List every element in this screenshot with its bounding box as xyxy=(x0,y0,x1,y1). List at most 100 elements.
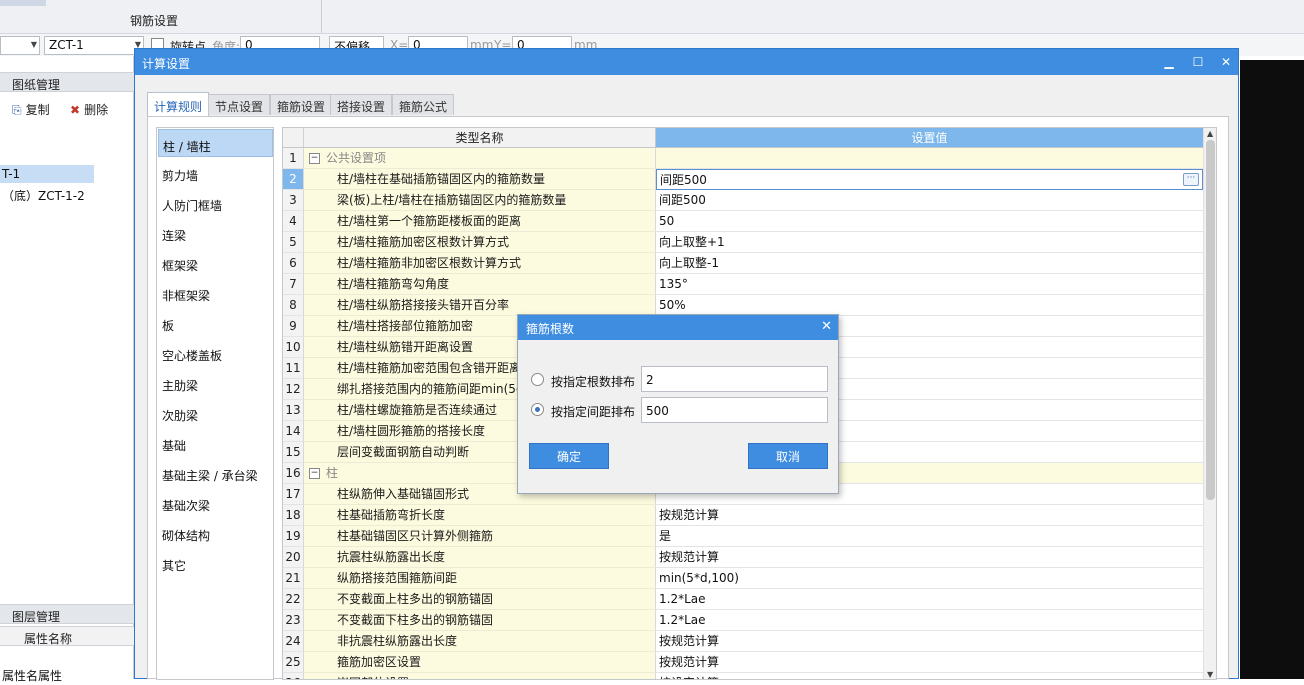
setting-value-cell[interactable]: 1.2*Lae xyxy=(656,589,1203,610)
collapse-icon[interactable]: − xyxy=(309,468,320,479)
row-number: 17 xyxy=(283,484,304,505)
type-name-cell: 不变截面下柱多出的钢筋锚固 xyxy=(304,610,656,631)
table-row[interactable]: 22 不变截面上柱多出的钢筋锚固 1.2*Lae xyxy=(283,589,1203,610)
setting-value-cell[interactable]: 向上取整+1 xyxy=(656,232,1203,253)
row-number: 6 xyxy=(283,253,304,274)
tab-calc-rules[interactable]: 计算规则 xyxy=(147,92,210,116)
collapse-icon[interactable]: − xyxy=(309,153,320,164)
tab-stirrup-settings[interactable]: 箍筋设置 xyxy=(270,94,333,115)
category-item[interactable]: 其它 xyxy=(158,549,273,577)
table-row[interactable]: 4 柱/墙柱第一个箍筋距楼板面的距离 50 xyxy=(283,211,1203,232)
maximize-icon[interactable]: ☐ xyxy=(1190,54,1206,70)
category-item[interactable]: 剪力墙 xyxy=(158,159,273,187)
type-name-text: 柱/墙柱箍筋加密范围包含错开距离 xyxy=(337,361,522,375)
table-row[interactable]: 19 柱基础锚固区只计算外侧箍筋 是 xyxy=(283,526,1203,547)
setting-value-cell[interactable]: 按规范计算 xyxy=(656,547,1203,568)
count-input[interactable]: 2 xyxy=(641,366,828,392)
setting-value-cell[interactable]: 按规范计算 xyxy=(656,505,1203,526)
setting-value-cell[interactable]: 间距500 ··· xyxy=(656,169,1203,190)
ok-button[interactable]: 确定 xyxy=(529,443,609,469)
scroll-down-icon[interactable]: ▼ xyxy=(1207,670,1213,679)
category-item[interactable]: 人防门框墙 xyxy=(158,189,273,217)
category-item[interactable]: 基础 xyxy=(158,429,273,457)
category-item[interactable]: 主肋梁 xyxy=(158,369,273,397)
table-row[interactable]: 23 不变截面下柱多出的钢筋锚固 1.2*Lae xyxy=(283,610,1203,631)
property-header: 属性名称 xyxy=(0,626,134,646)
by-count-radio[interactable] xyxy=(531,373,544,386)
type-name-text: 柱基础插筋弯折长度 xyxy=(337,508,446,522)
category-item[interactable]: 基础主梁 / 承台梁 xyxy=(158,459,273,487)
component-combo[interactable]: ZCT-1 ▼ xyxy=(44,36,144,55)
category-item[interactable]: 基础次梁 xyxy=(158,489,273,517)
category-item[interactable]: 空心楼盖板 xyxy=(158,339,273,367)
row-number: 21 xyxy=(283,568,304,589)
scroll-up-icon[interactable]: ▲ xyxy=(1207,129,1213,138)
tab-node-settings[interactable]: 节点设置 xyxy=(208,94,271,115)
setting-value-cell[interactable]: 按规范计算 xyxy=(656,652,1203,673)
close-icon[interactable]: ✕ xyxy=(1218,54,1234,70)
copy-button[interactable]: ⎘ 复制 xyxy=(12,101,50,118)
table-row[interactable]: 5 柱/墙柱箍筋加密区根数计算方式 向上取整+1 xyxy=(283,232,1203,253)
group-name-cell: − 公共设置项 xyxy=(304,148,656,169)
drawing-manager-tab[interactable]: 图纸管理 xyxy=(0,72,134,92)
floor-combo[interactable]: ▼ xyxy=(0,36,40,55)
table-row[interactable]: 20 抗震柱纵筋露出长度 按规范计算 xyxy=(283,547,1203,568)
delete-button[interactable]: ✖ 删除 xyxy=(70,101,108,118)
setting-value-text: 是 xyxy=(659,529,672,543)
category-item[interactable]: 非框架梁 xyxy=(158,279,273,307)
layer-manager-tab[interactable]: 图层管理 xyxy=(0,604,134,624)
minimize-icon[interactable]: ▁ xyxy=(1161,54,1177,70)
setting-value-cell[interactable]: 是 xyxy=(656,526,1203,547)
row-number: 20 xyxy=(283,547,304,568)
tab-lap-settings[interactable]: 搭接设置 xyxy=(330,94,393,115)
setting-value-text: 50 xyxy=(659,214,675,228)
category-item[interactable]: 板 xyxy=(158,309,273,337)
setting-value-cell[interactable]: 50 xyxy=(656,211,1203,232)
ribbon-tab-highlight[interactable] xyxy=(0,0,46,6)
category-item[interactable]: 连梁 xyxy=(158,219,273,247)
type-name-text: 梁(板)上柱/墙柱在插筋锚固区内的箍筋数量 xyxy=(337,193,567,207)
close-icon[interactable]: ✕ xyxy=(821,319,832,334)
by-spacing-radio[interactable] xyxy=(531,403,544,416)
type-name-text: 层间变截面钢筋自动判断 xyxy=(337,445,470,459)
tab-stirrup-formula[interactable]: 箍筋公式 xyxy=(392,94,455,115)
type-name-text: 嵌固部位设置 xyxy=(337,676,409,679)
setting-value-cell[interactable]: min(5*d,100) xyxy=(656,568,1203,589)
table-row[interactable]: 3 梁(板)上柱/墙柱在插筋锚固区内的箍筋数量 间距500 xyxy=(283,190,1203,211)
table-row[interactable]: 8 柱/墙柱纵筋搭接接头错开百分率 50% xyxy=(283,295,1203,316)
row-number: 13 xyxy=(283,400,304,421)
ellipsis-icon[interactable]: ··· xyxy=(1183,173,1199,186)
table-row[interactable]: 21 纵筋搭接范围箍筋间距 min(5*d,100) xyxy=(283,568,1203,589)
tree-item[interactable]: （底）ZCT-1-2 xyxy=(0,187,85,205)
setting-value-cell[interactable]: 1.2*Lae xyxy=(656,610,1203,631)
table-row[interactable]: 1− 公共设置项 xyxy=(283,148,1203,169)
row-number: 18 xyxy=(283,505,304,526)
table-row[interactable]: 24 非抗震柱纵筋露出长度 按规范计算 xyxy=(283,631,1203,652)
vertical-scrollbar[interactable]: ▲ ▼ xyxy=(1203,128,1216,679)
type-name-cell: 柱/墙柱箍筋加密区根数计算方式 xyxy=(304,232,656,253)
setting-value-text: 按设定计算 xyxy=(659,676,719,679)
table-row[interactable]: 18 柱基础插筋弯折长度 按规范计算 xyxy=(283,505,1203,526)
setting-value-cell[interactable]: 按规范计算 xyxy=(656,631,1203,652)
drawing-canvas[interactable] xyxy=(1240,60,1304,679)
table-row[interactable]: 6 柱/墙柱箍筋非加密区根数计算方式 向上取整-1 xyxy=(283,253,1203,274)
category-item[interactable]: 框架梁 xyxy=(158,249,273,277)
popup-title: 箍筋根数 xyxy=(526,322,575,336)
setting-value-cell[interactable]: 间距500 xyxy=(656,190,1203,211)
type-name-cell: 柱/墙柱箍筋弯勾角度 xyxy=(304,274,656,295)
setting-value-cell[interactable]: 50% xyxy=(656,295,1203,316)
cancel-button[interactable]: 取消 xyxy=(748,443,828,469)
table-row[interactable]: 7 柱/墙柱箍筋弯勾角度 135° xyxy=(283,274,1203,295)
table-row[interactable]: 2 柱/墙柱在基础插筋锚固区内的箍筋数量 间距500 ··· xyxy=(283,169,1203,190)
spacing-input[interactable]: 500 xyxy=(641,397,828,423)
setting-value-cell[interactable] xyxy=(656,148,1203,169)
category-item[interactable]: 柱 / 墙柱 xyxy=(158,129,273,157)
scroll-thumb[interactable] xyxy=(1206,140,1215,500)
table-row[interactable]: 25 箍筋加密区设置 按规范计算 xyxy=(283,652,1203,673)
setting-value-cell[interactable]: 向上取整-1 xyxy=(656,253,1203,274)
category-item[interactable]: 次肋梁 xyxy=(158,399,273,427)
tree-item[interactable]: T-1 xyxy=(0,165,94,183)
type-name-cell: 柱基础锚固区只计算外侧箍筋 xyxy=(304,526,656,547)
setting-value-cell[interactable]: 135° xyxy=(656,274,1203,295)
category-item[interactable]: 砌体结构 xyxy=(158,519,273,547)
